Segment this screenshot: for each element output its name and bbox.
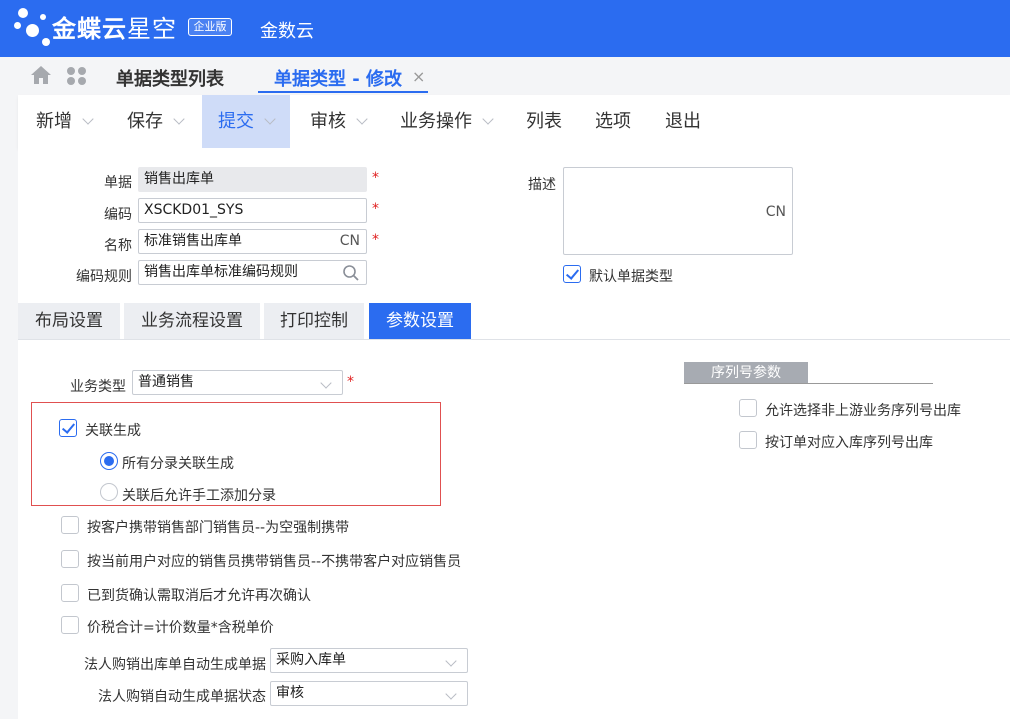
- chevron-down-icon[interactable]: [482, 113, 494, 125]
- required-marker: *: [372, 201, 379, 217]
- chevron-down-icon[interactable]: [173, 113, 185, 125]
- option3-label: 已到货确认需取消后才允许再次确认: [87, 588, 311, 604]
- home-icon[interactable]: [30, 65, 52, 85]
- tab-close-icon[interactable]: ×: [412, 67, 425, 86]
- all-entries-radio[interactable]: [100, 452, 118, 470]
- description-textarea[interactable]: CN: [563, 167, 793, 255]
- chevron-down-icon[interactable]: [445, 655, 457, 667]
- doc-field: 销售出库单: [138, 167, 367, 192]
- legal-doc-select[interactable]: 采购入库单: [270, 648, 468, 673]
- serial-option1-checkbox[interactable]: [739, 399, 757, 417]
- active-tab-indicator: [258, 91, 428, 93]
- name-field[interactable]: 标准销售出库单 CN: [138, 229, 367, 254]
- serial-option2-label: 按订单对应入库序列号出库: [765, 435, 933, 451]
- option2-label: 按当前用户对应的销售员携带销售员--不携带客户对应销售员: [87, 554, 462, 570]
- biz-type-label: 业务类型: [70, 379, 126, 395]
- allow-manual-radio[interactable]: [100, 483, 118, 501]
- legal-status-label: 法人购销自动生成单据状态: [98, 689, 266, 705]
- submit-button[interactable]: 提交: [202, 95, 290, 148]
- name-label: 名称: [104, 238, 132, 254]
- option4-label: 价税合计=计价数量*含税单价: [87, 620, 274, 636]
- tab-param-settings[interactable]: 参数设置: [369, 303, 471, 339]
- link-generate-label: 关联生成: [85, 423, 141, 439]
- apps-icon[interactable]: [66, 66, 88, 86]
- list-button[interactable]: 列表: [526, 95, 562, 148]
- code-label: 编码: [104, 207, 132, 223]
- serial-section-title: 序列号参数: [684, 362, 808, 384]
- tab-doc-type-list[interactable]: 单据类型列表: [116, 65, 224, 91]
- all-entries-label: 所有分录关联生成: [122, 456, 234, 472]
- default-type-label: 默认单据类型: [589, 269, 673, 285]
- code-field[interactable]: XSCKD01_SYS: [138, 198, 367, 223]
- option2-checkbox[interactable]: [61, 550, 79, 568]
- tab-doc-type-edit[interactable]: 单据类型 - 修改: [274, 65, 402, 91]
- option4-checkbox[interactable]: [61, 616, 79, 634]
- tab-bar: 单据类型列表 单据类型 - 修改 ×: [0, 57, 1010, 95]
- language-cn-label[interactable]: CN: [340, 230, 360, 253]
- allow-manual-label: 关联后允许手工添加分录: [122, 488, 276, 504]
- app-name: 金数云: [260, 21, 314, 42]
- link-generate-checkbox[interactable]: [59, 419, 77, 437]
- new-button[interactable]: 新增: [36, 95, 94, 148]
- chevron-down-icon[interactable]: [82, 113, 94, 125]
- option3-checkbox[interactable]: [61, 584, 79, 602]
- required-marker: *: [347, 374, 354, 390]
- app-header: 金蝶云星空 企业版 金数云: [0, 0, 1010, 57]
- default-type-checkbox[interactable]: [563, 265, 581, 283]
- biz-type-select[interactable]: 普通销售: [132, 370, 343, 395]
- option1-label: 按客户携带销售部门销售员--为空强制携带: [87, 520, 350, 536]
- save-button[interactable]: 保存: [127, 95, 185, 148]
- option1-checkbox[interactable]: [61, 516, 79, 534]
- legal-status-select[interactable]: 审核: [270, 681, 468, 706]
- rule-field[interactable]: 销售出库单标准编码规则: [138, 260, 367, 285]
- business-ops-button[interactable]: 业务操作: [400, 95, 494, 148]
- description-label: 描述: [528, 177, 556, 193]
- chevron-down-icon[interactable]: [445, 688, 457, 700]
- chevron-down-icon[interactable]: [320, 377, 332, 389]
- rule-label: 编码规则: [76, 269, 132, 285]
- edition-badge: 企业版: [188, 18, 232, 36]
- tab-print-control[interactable]: 打印控制: [264, 303, 364, 339]
- tab-layout-settings[interactable]: 布局设置: [18, 303, 120, 339]
- legal-doc-label: 法人购销出库单自动生成单据: [84, 657, 266, 673]
- serial-option2-checkbox[interactable]: [739, 431, 757, 449]
- chevron-down-icon[interactable]: [264, 113, 276, 125]
- search-icon[interactable]: [342, 264, 360, 282]
- serial-option1-label: 允许选择非上游业务序列号出库: [765, 403, 961, 419]
- chevron-down-icon[interactable]: [356, 113, 368, 125]
- language-cn-label[interactable]: CN: [766, 201, 786, 224]
- tab-flow-settings[interactable]: 业务流程设置: [124, 303, 260, 339]
- kingdee-logo-icon: [14, 2, 54, 52]
- serial-section-divider: [684, 383, 933, 384]
- options-button[interactable]: 选项: [595, 95, 631, 148]
- audit-button[interactable]: 审核: [310, 95, 368, 148]
- brand-name: 金蝶云星空: [52, 15, 177, 43]
- required-marker: *: [372, 170, 379, 186]
- required-marker: *: [372, 232, 379, 248]
- subtab-divider: [18, 339, 1010, 340]
- toolbar: 新增 保存 提交 审核 业务操作 列表 选项 退出: [18, 95, 1010, 148]
- doc-label: 单据: [104, 175, 132, 191]
- form-body: 单据 销售出库单 * 编码 XSCKD01_SYS * 名称 标准销售出库单 CN…: [18, 148, 1010, 719]
- exit-button[interactable]: 退出: [665, 95, 701, 148]
